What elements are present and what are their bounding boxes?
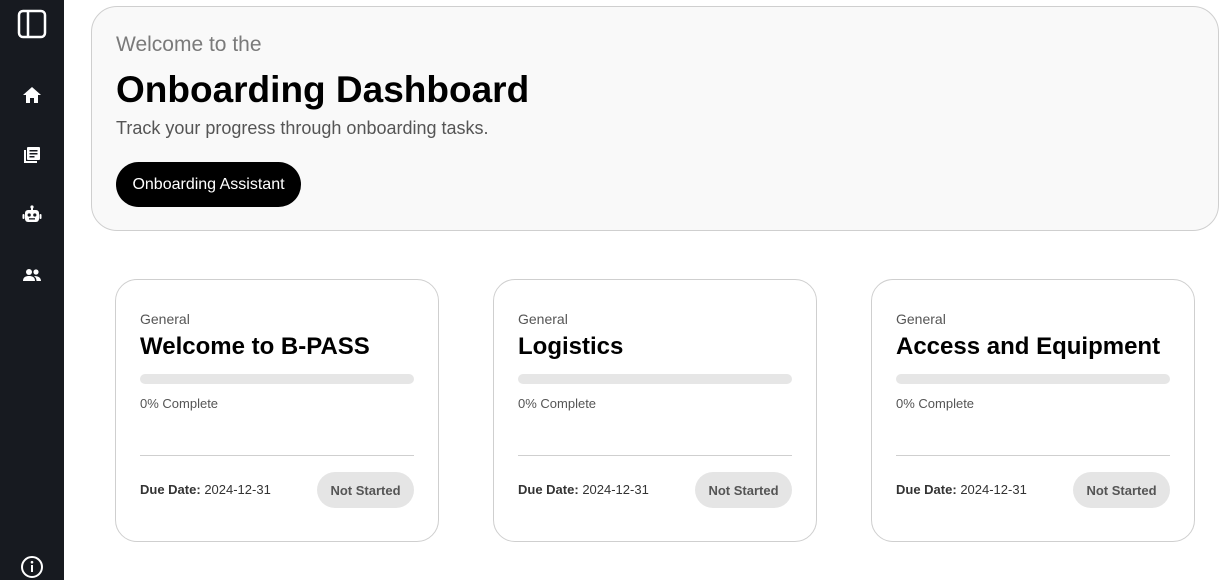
task-card[interactable]: General Welcome to B-PASS 0% Complete Du… — [115, 279, 439, 542]
progress-label: 0% Complete — [518, 396, 597, 411]
page-title: Onboarding Dashboard — [116, 69, 530, 110]
progress-label: 0% Complete — [140, 396, 219, 411]
status-badge: Not Started — [1073, 472, 1170, 508]
welcome-subtitle: Welcome to the — [116, 33, 262, 56]
due-date-label: Due Date: — [896, 482, 957, 497]
progress-bar — [140, 374, 414, 384]
page-description: Track your progress through onboarding t… — [116, 118, 489, 138]
progress-label: 0% Complete — [896, 396, 975, 411]
welcome-panel: Welcome to the Onboarding Dashboard Trac… — [91, 6, 1219, 231]
card-title: Logistics — [518, 333, 624, 360]
due-date-value: 2024-12-31 — [582, 482, 649, 497]
people-icon[interactable] — [21, 264, 43, 286]
info-icon[interactable] — [20, 555, 44, 579]
card-title: Access and Equipment — [896, 333, 1161, 360]
due-date: Due Date: 2024-12-31 — [518, 482, 649, 497]
due-date-value: 2024-12-31 — [204, 482, 271, 497]
task-card[interactable]: General Logistics 0% Complete Due Date: … — [493, 279, 817, 542]
due-date-value: 2024-12-31 — [960, 482, 1027, 497]
card-category: General — [518, 311, 568, 327]
robot-icon[interactable] — [21, 204, 43, 226]
document-list-icon[interactable] — [21, 144, 43, 166]
card-title: Welcome to B-PASS — [140, 333, 370, 360]
due-date: Due Date: 2024-12-31 — [140, 482, 271, 497]
task-card[interactable]: General Access and Equipment 0% Complete… — [871, 279, 1195, 542]
status-badge: Not Started — [317, 472, 414, 508]
due-date: Due Date: 2024-12-31 — [896, 482, 1027, 497]
card-divider — [518, 455, 792, 456]
due-date-label: Due Date: — [518, 482, 579, 497]
status-badge: Not Started — [695, 472, 792, 508]
progress-bar — [896, 374, 1170, 384]
onboarding-assistant-button[interactable]: Onboarding Assistant — [116, 162, 301, 207]
card-divider — [140, 455, 414, 456]
progress-bar — [518, 374, 792, 384]
sidebar — [0, 0, 64, 580]
panel-toggle-icon[interactable] — [16, 8, 48, 40]
home-icon[interactable] — [21, 84, 43, 106]
card-category: General — [896, 311, 946, 327]
card-category: General — [140, 311, 190, 327]
due-date-label: Due Date: — [140, 482, 201, 497]
card-divider — [896, 455, 1170, 456]
